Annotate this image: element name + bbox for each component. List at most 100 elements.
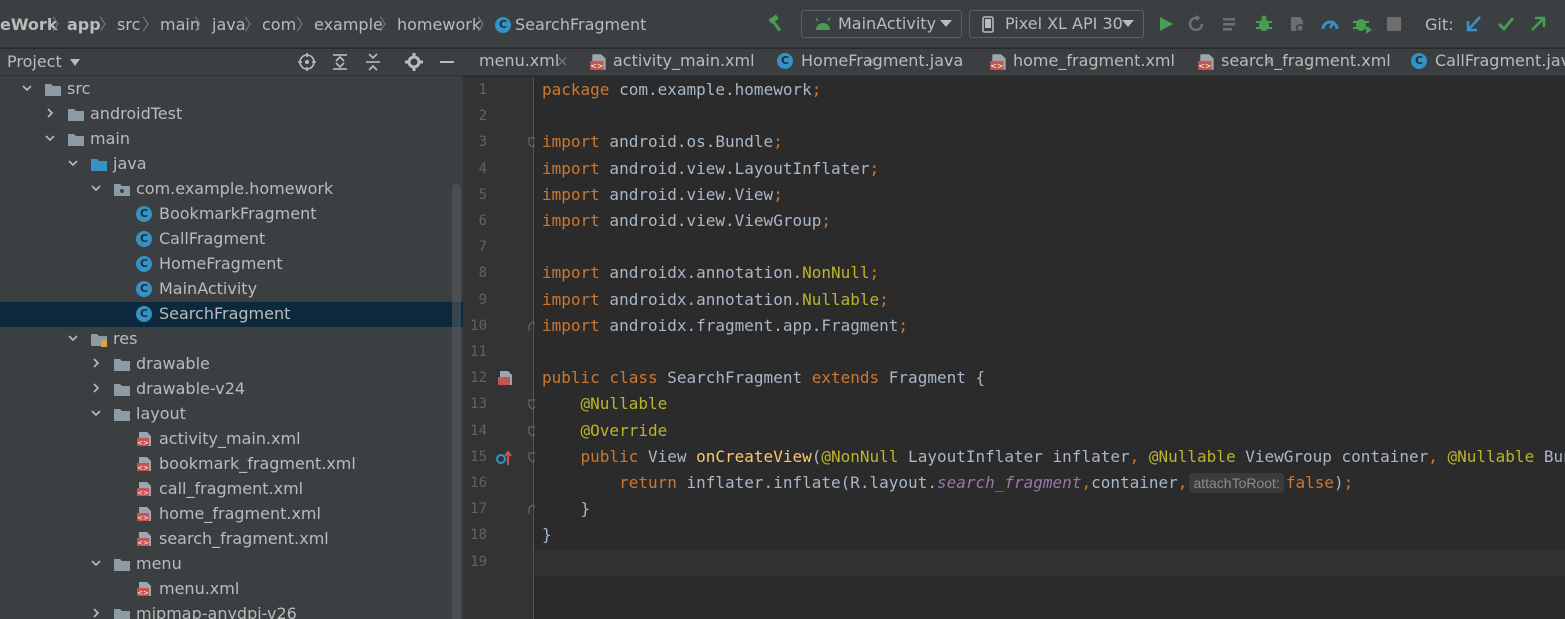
chevron-down-icon[interactable] (91, 183, 101, 193)
run-icon[interactable] (1156, 14, 1176, 34)
git-push-icon[interactable] (1528, 14, 1548, 34)
chevron-right-icon[interactable] (91, 608, 101, 618)
attach-process-icon[interactable] (1352, 14, 1372, 34)
gear-icon[interactable] (404, 52, 424, 72)
svg-text:<>: <> (137, 589, 149, 597)
tree-item[interactable]: androidTest (0, 102, 463, 127)
tree-item[interactable]: layout (0, 402, 463, 427)
code-token: } (542, 499, 591, 519)
folder-icon (45, 84, 61, 96)
hide-panel-icon[interactable] (437, 52, 457, 72)
tree-item[interactable]: <> bookmark_fragment.xml (0, 452, 463, 477)
project-view-selector[interactable]: Project (7, 52, 62, 71)
tree-item[interactable]: mipmap-anydpi-v26 (0, 602, 463, 619)
code-token: package (542, 80, 610, 99)
code-token: ViewGroup container (1235, 446, 1429, 466)
breadcrumb-separator: 〉 (99, 15, 116, 34)
phone-icon (982, 16, 994, 33)
breadcrumb-homework[interactable]: homework (397, 14, 481, 36)
tree-item[interactable]: <> activity_main.xml (0, 427, 463, 452)
tree-item[interactable]: C CallFragment (0, 227, 463, 252)
code-token: import (542, 158, 600, 178)
related-layout-icon[interactable] (497, 370, 515, 386)
line-number: 2 (478, 108, 487, 125)
chevron-down-icon[interactable] (45, 133, 55, 143)
chevron-down-icon (940, 20, 952, 27)
tree-item[interactable]: <> home_fragment.xml (0, 502, 463, 527)
tree-item[interactable]: menu (0, 552, 463, 577)
line-number: 10 (470, 317, 487, 334)
apply-code-changes-icon[interactable] (1221, 14, 1241, 34)
tree-item-label: search_fragment.xml (159, 529, 329, 548)
git-update-icon[interactable] (1464, 14, 1484, 34)
line-number: 17 (470, 501, 487, 518)
apply-changes-icon[interactable] (1187, 14, 1207, 34)
chevron-right-icon[interactable] (45, 108, 55, 118)
class-icon: C (1411, 53, 1427, 69)
tree-item[interactable]: <> menu.xml (0, 577, 463, 602)
tree-item[interactable]: C HomeFragment (0, 252, 463, 277)
tree-item[interactable]: C MainActivity (0, 277, 463, 302)
navigation-bar: eWork 〉 app 〉 src 〉 main 〉 java 〉 com 〉 … (0, 0, 1565, 48)
breadcrumb-file[interactable]: SearchFragment (515, 14, 646, 36)
tree-item[interactable]: C BookmarkFragment (0, 202, 463, 227)
code-token: import (542, 184, 600, 204)
chevron-down-icon[interactable] (91, 558, 101, 568)
stop-icon[interactable] (1384, 14, 1404, 34)
tree-item-label: MainActivity (159, 279, 258, 298)
breadcrumb-module[interactable]: app (67, 14, 101, 36)
tree-item[interactable]: java (0, 152, 463, 177)
code-token: NonNull (802, 263, 870, 283)
git-commit-icon[interactable] (1496, 14, 1516, 34)
line-number: 16 (470, 475, 487, 491)
device-select[interactable]: Pixel XL API 30 (969, 10, 1144, 38)
attach-debugger-icon[interactable] (1287, 14, 1307, 34)
run-configuration-select[interactable]: MainActivity (801, 10, 962, 38)
breadcrumb-src[interactable]: src (117, 14, 140, 36)
class-icon: C (777, 53, 793, 69)
tree-item[interactable]: C SearchFragment (0, 302, 463, 327)
debug-icon[interactable] (1254, 14, 1274, 34)
code-token: ) (1334, 473, 1344, 492)
xml-file-icon: <> (990, 54, 1006, 71)
breadcrumb-com[interactable]: com (262, 14, 296, 36)
tree-item[interactable]: drawable-v24 (0, 377, 463, 402)
tree-item[interactable]: <> search_fragment.xml (0, 527, 463, 552)
tree-item[interactable]: <> call_fragment.xml (0, 477, 463, 502)
xml-file-icon: <> (137, 482, 151, 497)
git-label: Git: (1425, 15, 1454, 34)
line-number: 14 (470, 422, 487, 439)
breadcrumb-java[interactable]: java (212, 14, 246, 36)
tree-item[interactable]: main (0, 127, 463, 152)
chevron-down-icon[interactable] (91, 408, 101, 418)
code-line: import androidx.annotation.NonNull; (542, 260, 879, 286)
tree-item[interactable]: drawable (0, 352, 463, 377)
code-editor[interactable]: package com.example.homework; import andr… (535, 77, 1565, 619)
code-token: android.view.View (599, 184, 774, 204)
chevron-right-icon[interactable] (91, 383, 101, 393)
chevron-down-icon[interactable] (22, 83, 32, 93)
chevron-right-icon[interactable] (91, 358, 101, 368)
line-number: 5 (478, 186, 487, 203)
expand-all-icon[interactable] (330, 52, 350, 72)
breadcrumb-example[interactable]: example (314, 14, 383, 36)
chevron-down-icon[interactable] (68, 333, 78, 343)
line-number: 8 (478, 265, 487, 282)
code-token: , (1129, 446, 1149, 466)
profile-icon[interactable] (1320, 14, 1340, 34)
breadcrumb-project[interactable]: eWork (0, 14, 57, 36)
tree-item[interactable]: src (0, 77, 463, 102)
close-tab-icon[interactable]: × (556, 52, 569, 70)
override-marker-icon[interactable] (496, 450, 514, 466)
tree-item[interactable]: res (0, 327, 463, 352)
xml-file-icon: <> (137, 457, 151, 472)
build-icon[interactable] (766, 14, 786, 34)
project-panel-header: Project (0, 49, 463, 76)
chevron-down-icon[interactable] (68, 158, 78, 168)
tree-item[interactable]: com.example.homework (0, 177, 463, 202)
code-token: import (542, 263, 600, 283)
chevron-down-icon[interactable] (70, 59, 80, 66)
code-line: public View onCreateView(@NonNull Layout… (542, 444, 1565, 470)
locate-file-icon[interactable] (297, 52, 317, 72)
collapse-all-icon[interactable] (363, 52, 383, 72)
